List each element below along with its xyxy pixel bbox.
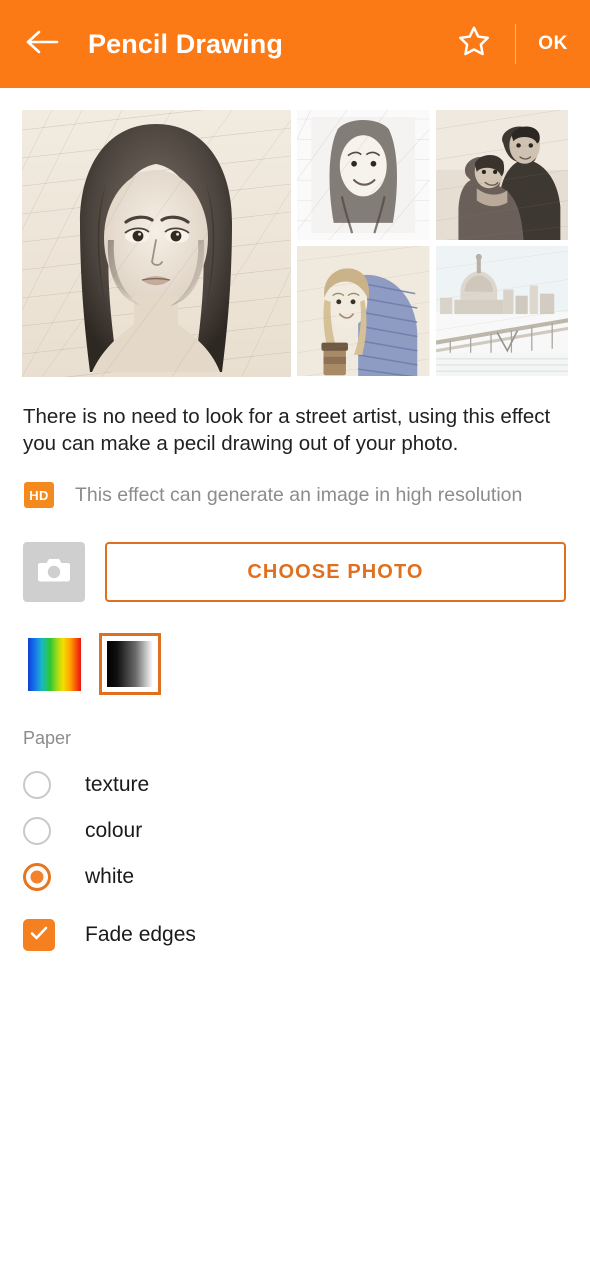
favorite-button[interactable] [451, 21, 497, 67]
colour-gradient-swatch[interactable] [23, 633, 85, 695]
ok-button[interactable]: OK [538, 33, 568, 55]
colour-gradient-preview [27, 637, 81, 691]
list-item[interactable] [435, 246, 568, 376]
app-bar: Pencil Drawing OK [0, 0, 590, 88]
radio-label: white [85, 865, 135, 888]
example-gallery [22, 110, 568, 377]
check-icon [29, 925, 49, 946]
gallery-main-image[interactable] [22, 110, 291, 377]
color-mode-swatches [23, 633, 161, 695]
paper-options-group: texture colour white [23, 762, 423, 900]
radio-option-texture[interactable]: texture [23, 762, 423, 808]
camera-button[interactable] [23, 542, 85, 602]
hd-note: HD This effect can generate an image in … [24, 482, 522, 508]
gallery-thumbnails [297, 110, 568, 377]
list-item[interactable] [297, 246, 430, 376]
list-item[interactable] [435, 110, 568, 240]
grayscale-gradient-swatch[interactable] [99, 633, 161, 695]
fade-edges-checkbox-row[interactable]: Fade edges [23, 912, 196, 958]
star-outline-icon [456, 24, 492, 64]
radio-label: colour [85, 819, 143, 842]
radio-indicator [23, 771, 51, 799]
app-bar-divider [515, 24, 517, 64]
radio-indicator [23, 817, 51, 845]
gallery-thumb-row-bottom [297, 246, 568, 376]
arrow-left-icon [26, 29, 60, 60]
radio-label: texture [85, 773, 150, 796]
back-button[interactable] [20, 21, 66, 67]
camera-icon [37, 556, 71, 589]
photo-action-row: CHOOSE PHOTO [23, 542, 566, 602]
checkbox-indicator [23, 919, 55, 951]
paper-group-label: Paper [23, 728, 72, 748]
grayscale-gradient-preview [104, 638, 156, 690]
list-item[interactable] [297, 110, 430, 240]
effect-description: There is no need to look for a street ar… [23, 405, 551, 455]
radio-indicator [23, 863, 51, 891]
hd-note-text: This effect can generate an image in hig… [75, 483, 523, 506]
radio-option-white[interactable]: white [23, 854, 423, 900]
gallery-thumb-row-top [297, 110, 568, 240]
radio-option-colour[interactable]: colour [23, 808, 423, 854]
fade-edges-label: Fade edges [85, 923, 196, 946]
page-title: Pencil Drawing [88, 28, 283, 59]
hd-badge: HD [24, 482, 54, 508]
choose-photo-button[interactable]: CHOOSE PHOTO [105, 542, 566, 602]
